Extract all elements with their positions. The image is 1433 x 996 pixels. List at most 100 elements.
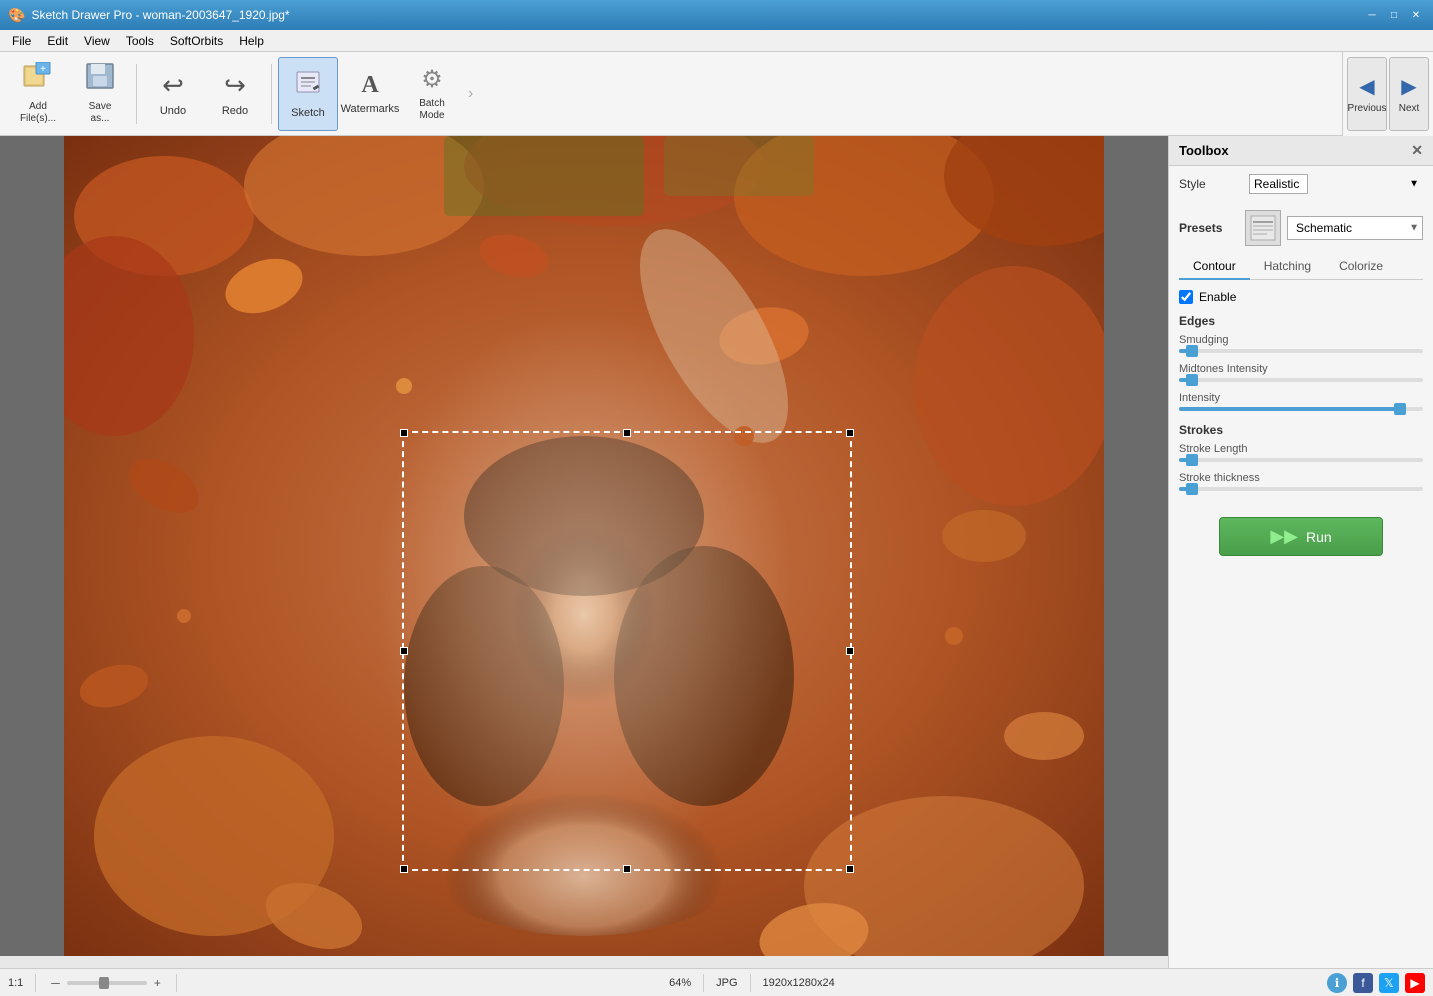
presets-area: Presets Schematic Detailed Rough Fine Ar… xyxy=(1169,210,1433,246)
svg-text:+: + xyxy=(40,64,46,75)
undo-icon: ↩ xyxy=(162,70,184,101)
next-arrow-icon: ▶ xyxy=(1401,74,1416,99)
intensity-slider-thumb[interactable] xyxy=(1394,403,1406,415)
menu-edit[interactable]: Edit xyxy=(39,30,76,51)
twitter-icon[interactable]: 𝕏 xyxy=(1379,973,1399,993)
separator-status-1 xyxy=(35,974,36,992)
youtube-icon[interactable]: ▶ xyxy=(1405,973,1425,993)
format-section: JPG xyxy=(716,977,737,989)
midtones-label: Midtones Intensity xyxy=(1179,363,1423,375)
add-files-button[interactable]: + AddFile(s)... xyxy=(8,57,68,131)
canvas-area[interactable] xyxy=(0,136,1168,968)
woman-overlay xyxy=(64,136,1104,968)
facebook-icon[interactable]: f xyxy=(1353,973,1373,993)
minimize-button[interactable]: ─ xyxy=(1363,6,1381,24)
file-format: JPG xyxy=(716,977,737,989)
zoom-percent-section: 64% xyxy=(669,977,691,989)
separator-2 xyxy=(271,64,272,124)
menu-tools[interactable]: Tools xyxy=(118,30,162,51)
tab-hatching[interactable]: Hatching xyxy=(1250,254,1325,280)
menu-view[interactable]: View xyxy=(76,30,118,51)
horizontal-scrollbar[interactable] xyxy=(0,956,1168,968)
more-options-button[interactable]: › xyxy=(468,85,473,103)
presets-label-area: Presets xyxy=(1179,221,1239,235)
undo-label: Undo xyxy=(160,105,186,117)
tab-contour[interactable]: Contour xyxy=(1179,254,1250,280)
toolbar: + AddFile(s)... Saveas... ↩ Undo ↪ Redo xyxy=(0,52,1433,136)
redo-button[interactable]: ↪ Redo xyxy=(205,57,265,131)
previous-label: Previous xyxy=(1348,103,1387,114)
stroke-length-slider-track[interactable] xyxy=(1179,458,1423,462)
zoom-percent: 64% xyxy=(669,977,691,989)
next-button[interactable]: ▶ Next xyxy=(1389,57,1429,131)
smudging-slider-track[interactable] xyxy=(1179,349,1423,353)
preset-dropdown-wrapper: Schematic Detailed Rough Fine Art ▼ xyxy=(1287,216,1423,240)
image-container xyxy=(64,136,1104,968)
undo-button[interactable]: ↩ Undo xyxy=(143,57,203,131)
sketch-label: Sketch xyxy=(291,107,325,119)
stroke-thickness-label: Stroke thickness xyxy=(1179,472,1423,484)
run-button[interactable]: ▶▶ Run xyxy=(1219,517,1382,556)
toolbox-panel: Toolbox ✕ Style Realistic Pencil Charcoa… xyxy=(1168,136,1433,968)
dimensions-section: 1920x1280x24 xyxy=(763,977,835,989)
toolbox-header: Toolbox ✕ xyxy=(1169,136,1433,166)
batch-mode-icon: ⚙ xyxy=(421,65,443,94)
add-files-icon: + xyxy=(22,62,54,97)
save-as-label: Saveas... xyxy=(89,101,112,125)
style-select[interactable]: Realistic Pencil Charcoal Ink xyxy=(1249,174,1308,194)
close-button[interactable]: ✕ xyxy=(1407,6,1425,24)
previous-button[interactable]: ◀ Previous xyxy=(1347,57,1387,131)
menu-softorbits[interactable]: SoftOrbits xyxy=(162,30,231,51)
toolbox-close-button[interactable]: ✕ xyxy=(1411,142,1423,159)
stroke-thickness-slider-track[interactable] xyxy=(1179,487,1423,491)
zoom-level-section: 1:1 xyxy=(8,977,23,989)
image-dimensions: 1920x1280x24 xyxy=(763,977,835,989)
stroke-thickness-slider-row: Stroke thickness xyxy=(1179,472,1423,491)
watermarks-button[interactable]: A Watermarks xyxy=(340,57,400,131)
save-as-button[interactable]: Saveas... xyxy=(70,57,130,131)
smudging-slider-thumb[interactable] xyxy=(1186,345,1198,357)
zoom-controls: ─ + xyxy=(48,976,164,990)
preset-select[interactable]: Schematic Detailed Rough Fine Art xyxy=(1287,216,1423,240)
intensity-label: Intensity xyxy=(1179,392,1423,404)
tab-bar: Contour Hatching Colorize xyxy=(1179,254,1423,280)
menu-bar: File Edit View Tools SoftOrbits Help xyxy=(0,30,1433,52)
intensity-slider-fill xyxy=(1179,407,1399,411)
main-area: Toolbox ✕ Style Realistic Pencil Charcoa… xyxy=(0,136,1433,968)
previous-arrow-icon: ◀ xyxy=(1359,74,1374,99)
toolbox-title: Toolbox xyxy=(1179,143,1229,158)
run-label: Run xyxy=(1306,529,1332,545)
enable-checkbox[interactable] xyxy=(1179,290,1193,304)
window-controls: ─ □ ✕ xyxy=(1363,6,1425,24)
prev-next-area: ◀ Previous ▶ Next xyxy=(1342,52,1433,136)
zoom-out-button[interactable]: ─ xyxy=(48,976,63,990)
smudging-label: Smudging xyxy=(1179,334,1423,346)
menu-help[interactable]: Help xyxy=(231,30,272,51)
save-as-icon xyxy=(85,62,115,97)
watermarks-icon: A xyxy=(361,72,378,99)
maximize-button[interactable]: □ xyxy=(1385,6,1403,24)
stroke-length-slider-thumb[interactable] xyxy=(1186,454,1198,466)
enable-label: Enable xyxy=(1199,290,1236,304)
app-icon: 🎨 xyxy=(8,7,25,24)
zoom-level: 1:1 xyxy=(8,977,23,989)
tab-colorize[interactable]: Colorize xyxy=(1325,254,1397,280)
preset-icon-display xyxy=(1245,210,1281,246)
separator-status-4 xyxy=(750,974,751,992)
stroke-thickness-slider-thumb[interactable] xyxy=(1186,483,1198,495)
tab-content: Enable Edges Smudging Midtones Intensity xyxy=(1169,280,1433,582)
midtones-slider-thumb[interactable] xyxy=(1186,374,1198,386)
zoom-slider-thumb[interactable] xyxy=(99,977,109,989)
intensity-slider-track[interactable] xyxy=(1179,407,1423,411)
midtones-slider-track[interactable] xyxy=(1179,378,1423,382)
zoom-slider-track[interactable] xyxy=(67,981,147,985)
sketch-button[interactable]: Sketch xyxy=(278,57,338,131)
strokes-section: Strokes Stroke Length Stroke thickness xyxy=(1179,423,1423,491)
info-icon[interactable]: ℹ xyxy=(1327,973,1347,993)
smudging-slider-row: Smudging xyxy=(1179,334,1423,353)
batch-mode-button[interactable]: ⚙ BatchMode xyxy=(402,57,462,131)
edges-title: Edges xyxy=(1179,314,1423,328)
zoom-in-button[interactable]: + xyxy=(151,976,164,990)
status-bar: 1:1 ─ + 64% JPG 1920x1280x24 ℹ f 𝕏 ▶ xyxy=(0,968,1433,996)
menu-file[interactable]: File xyxy=(4,30,39,51)
